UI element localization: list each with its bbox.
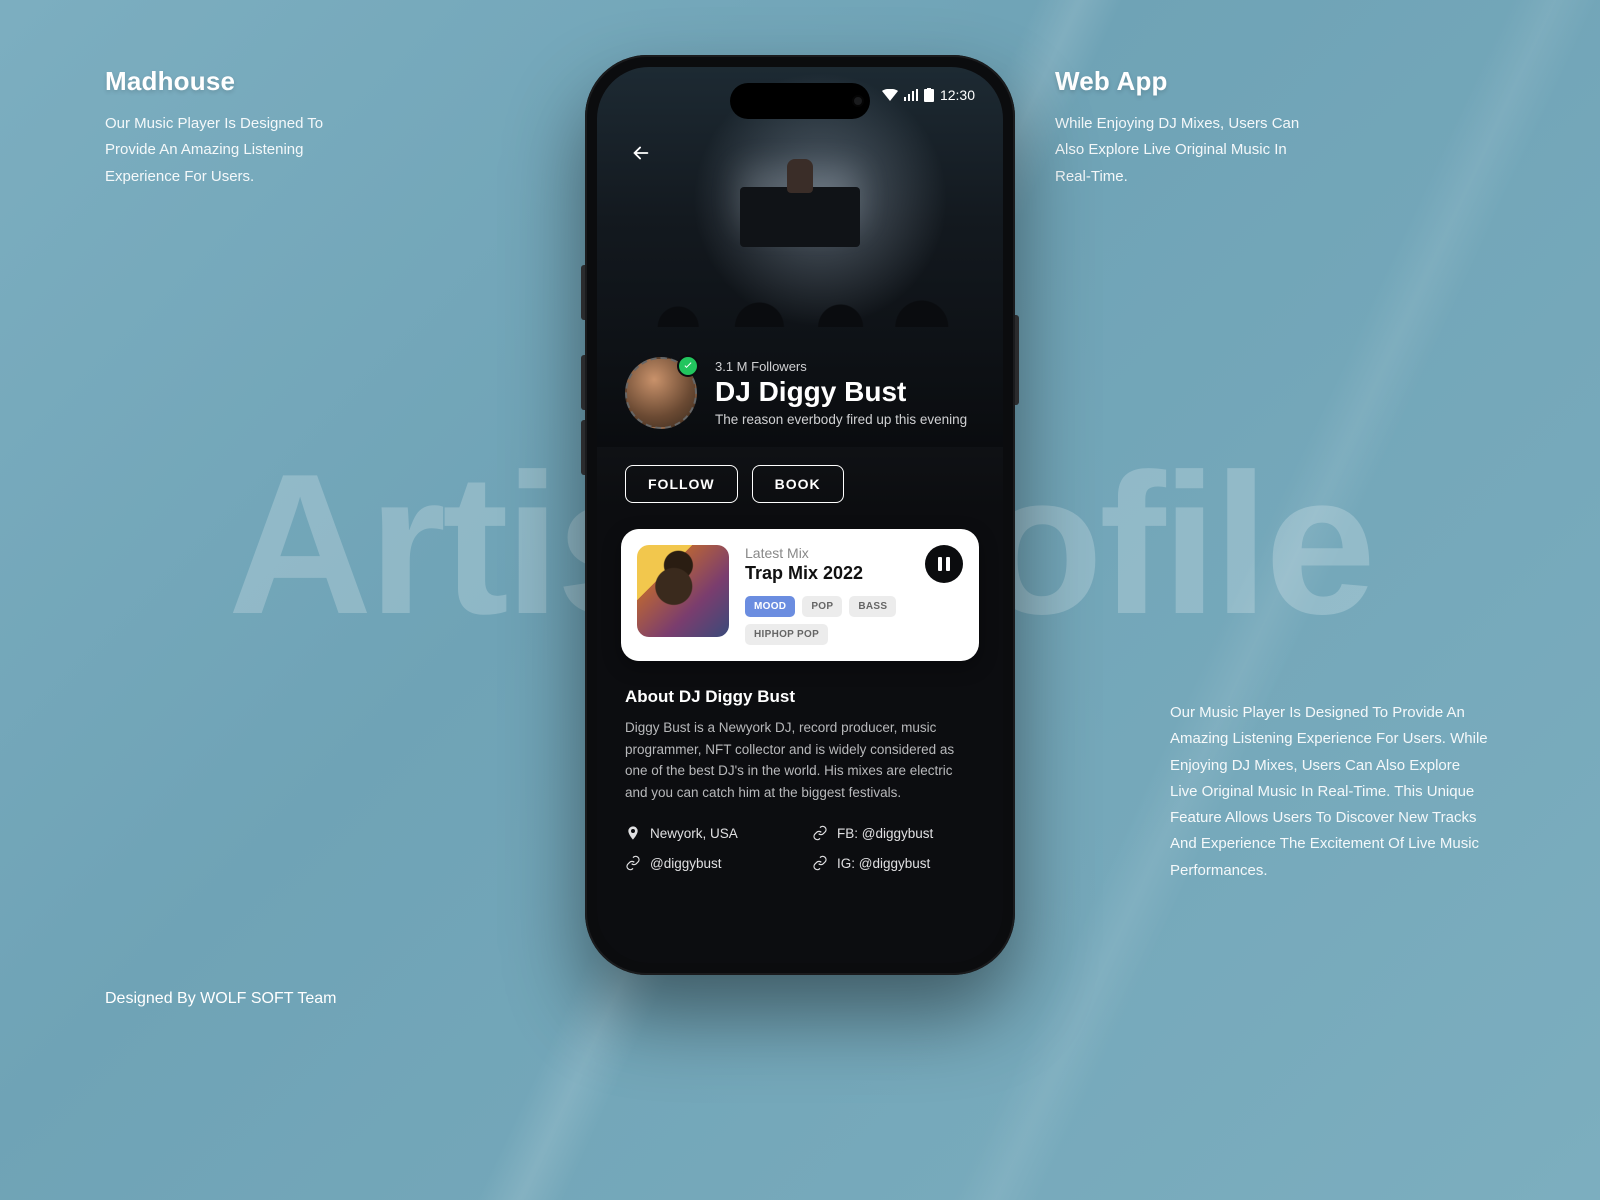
link-handle-text: @diggybust — [650, 856, 722, 871]
phone-frame: 12:30 3.1 M Followers DJ Diggy Bust — [585, 55, 1015, 975]
designer-credit: Designed By WOLF SOFT Team — [105, 990, 336, 1008]
check-icon — [682, 360, 694, 372]
stage-graphic — [740, 187, 860, 247]
phone-screen: 12:30 3.1 M Followers DJ Diggy Bust — [597, 67, 1003, 963]
latest-mix-card[interactable]: Latest Mix Trap Mix 2022 MOOD POP BASS H… — [621, 529, 979, 661]
about-section: About DJ Diggy Bust Diggy Bust is a Newy… — [597, 661, 1003, 811]
blurb-right-body: While Enjoying DJ Mixes, Users Can Also … — [1055, 111, 1315, 190]
tag-pop[interactable]: POP — [802, 596, 842, 617]
link-instagram-text: IG: @diggybust — [837, 856, 930, 871]
about-heading: About DJ Diggy Bust — [625, 687, 975, 707]
artist-header: 3.1 M Followers DJ Diggy Bust The reason… — [625, 357, 975, 429]
link-icon — [625, 855, 641, 871]
avatar-wrap[interactable] — [625, 357, 697, 429]
status-time: 12:30 — [940, 87, 975, 103]
action-bar: FOLLOW BOOK — [597, 447, 1003, 523]
front-camera-icon — [852, 95, 864, 107]
mix-cover-art — [637, 545, 729, 637]
link-icon — [812, 855, 828, 871]
pause-button[interactable] — [925, 545, 963, 583]
dj-silhouette — [787, 159, 813, 193]
blurb-left-body: Our Music Player Is Designed To Provide … — [105, 111, 365, 190]
link-icon — [812, 825, 828, 841]
arrow-left-icon — [630, 142, 652, 164]
verified-badge — [677, 355, 699, 377]
tag-mood[interactable]: MOOD — [745, 596, 795, 617]
blurb-left: Madhouse Our Music Player Is Designed To… — [105, 66, 365, 190]
artist-links: Newyork, USA FB: @diggybust @diggybust I… — [597, 811, 1003, 901]
link-location-text: Newyork, USA — [650, 826, 738, 841]
link-handle[interactable]: @diggybust — [625, 855, 788, 871]
link-instagram[interactable]: IG: @diggybust — [812, 855, 975, 871]
pause-icon — [938, 557, 950, 571]
book-button[interactable]: BOOK — [752, 465, 844, 503]
blurb-right-title: Web App — [1055, 66, 1315, 97]
link-facebook-text: FB: @diggybust — [837, 826, 933, 841]
tag-bass[interactable]: BASS — [849, 596, 896, 617]
artist-name: DJ Diggy Bust — [715, 376, 967, 408]
link-location[interactable]: Newyork, USA — [625, 825, 788, 841]
followers-count: 3.1 M Followers — [715, 359, 967, 374]
blurb-left-title: Madhouse — [105, 66, 365, 97]
link-facebook[interactable]: FB: @diggybust — [812, 825, 975, 841]
blurb-right-bottom-body: Our Music Player Is Designed To Provide … — [1170, 700, 1490, 884]
location-pin-icon — [625, 825, 641, 841]
about-body: Diggy Bust is a Newyork DJ, record produ… — [625, 717, 975, 803]
battery-icon — [924, 88, 934, 102]
artist-header-text: 3.1 M Followers DJ Diggy Bust The reason… — [715, 359, 967, 427]
back-button[interactable] — [625, 137, 657, 169]
tag-hiphop-pop[interactable]: HIPHOP POP — [745, 624, 828, 645]
wifi-icon — [882, 89, 898, 101]
follow-button[interactable]: FOLLOW — [625, 465, 738, 503]
artist-hero: 3.1 M Followers DJ Diggy Bust The reason… — [597, 67, 1003, 447]
artist-tagline: The reason everbody fired up this evenin… — [715, 412, 967, 427]
blurb-right-bottom: Our Music Player Is Designed To Provide … — [1170, 700, 1490, 884]
blurb-right-top: Web App While Enjoying DJ Mixes, Users C… — [1055, 66, 1315, 190]
mix-tags: MOOD POP BASS HIPHOP POP — [745, 596, 963, 645]
signal-icon — [904, 89, 918, 101]
dynamic-island — [730, 83, 870, 119]
